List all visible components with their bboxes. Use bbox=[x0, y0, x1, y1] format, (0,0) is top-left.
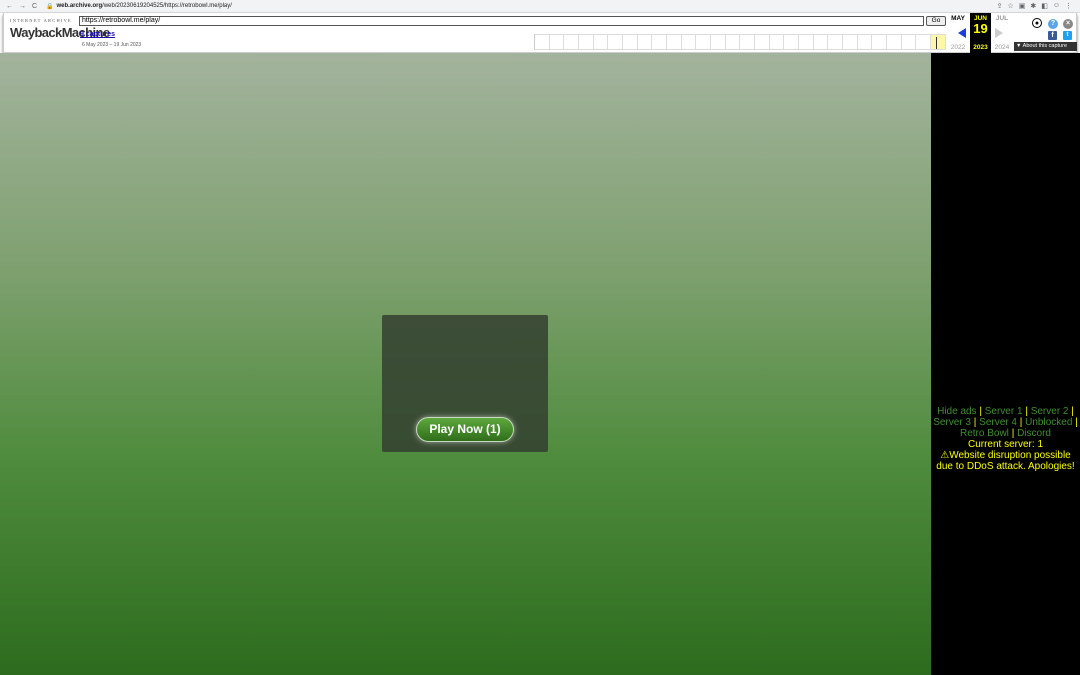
sidebar-icon[interactable]: ◧ bbox=[1041, 2, 1048, 10]
sparkline-cell[interactable] bbox=[740, 34, 756, 50]
sparkline-cell[interactable] bbox=[711, 34, 726, 50]
sparkline-cell[interactable] bbox=[608, 34, 624, 50]
extension-icon[interactable]: ▣ bbox=[1019, 2, 1026, 10]
sparkline-cell[interactable] bbox=[872, 34, 888, 50]
about-capture-button[interactable]: ▼ About this capture bbox=[1014, 42, 1077, 51]
retro-bowl-link[interactable]: Retro Bowl bbox=[960, 428, 1009, 439]
separator: | bbox=[1075, 417, 1078, 428]
separator: | bbox=[1025, 406, 1028, 417]
sparkline-cell[interactable] bbox=[784, 34, 800, 50]
facebook-icon[interactable]: f bbox=[1048, 31, 1057, 40]
discord-link[interactable]: Discord bbox=[1017, 428, 1051, 439]
cur-year-label: 2023 bbox=[973, 44, 988, 51]
sparkline-cell[interactable] bbox=[652, 34, 668, 50]
sparkline-cell[interactable] bbox=[799, 34, 814, 50]
sparkline-cell[interactable] bbox=[828, 34, 844, 50]
capture-date-range: 6 May 2023 – 19 Jun 2023 bbox=[82, 42, 142, 48]
sparkline-cell[interactable] bbox=[549, 34, 565, 50]
sparkline-cell[interactable] bbox=[579, 34, 594, 50]
hide-ads-link[interactable]: Hide ads bbox=[937, 406, 976, 417]
share-icon[interactable]: ⇪ bbox=[997, 2, 1003, 10]
server-1-link[interactable]: Server 1 bbox=[985, 406, 1023, 417]
captures-link[interactable]: 9 captures bbox=[80, 31, 115, 38]
sparkline-cell[interactable] bbox=[901, 34, 917, 50]
sparkline-cell[interactable] bbox=[843, 34, 858, 50]
sparkline-cell[interactable] bbox=[623, 34, 638, 50]
wayback-url-input[interactable]: https://retrobowl.me/play/ bbox=[79, 16, 924, 26]
sparkline-cell[interactable] bbox=[887, 34, 902, 50]
sparkline-cell[interactable] bbox=[857, 34, 873, 50]
star-icon[interactable]: ☆ bbox=[1007, 2, 1013, 10]
next-month-label: JUL bbox=[995, 15, 1009, 22]
sparkline-cell[interactable] bbox=[667, 34, 682, 50]
game-area: Play Now (1) bbox=[0, 53, 931, 675]
separator: | bbox=[1071, 406, 1074, 417]
current-server-label: Current server: 1 bbox=[967, 439, 1044, 450]
lock-icon: 🔒 bbox=[46, 3, 54, 10]
sparkline-cell[interactable] bbox=[769, 34, 785, 50]
sparkline-cell[interactable] bbox=[696, 34, 712, 50]
unblocked-link[interactable]: Unblocked bbox=[1025, 417, 1072, 428]
back-icon[interactable]: ← bbox=[6, 3, 13, 10]
cur-day-label: 19 bbox=[973, 21, 988, 36]
server-4-link[interactable]: Server 4 bbox=[979, 417, 1017, 428]
url-host: web.archive.org bbox=[56, 3, 103, 9]
server-2-link[interactable]: Server 2 bbox=[1031, 406, 1069, 417]
close-icon[interactable]: × bbox=[1063, 19, 1073, 29]
separator: | bbox=[1019, 417, 1023, 428]
sparkline-cell[interactable] bbox=[593, 34, 609, 50]
prev-capture-arrow-icon[interactable] bbox=[958, 28, 966, 38]
sparkline-cell[interactable] bbox=[564, 34, 580, 50]
forward-icon[interactable]: → bbox=[19, 3, 26, 10]
sparkline-cell[interactable] bbox=[755, 34, 770, 50]
wayback-toolbar: INTERNET ARCHIVE WaybackMachine https://… bbox=[3, 13, 1077, 53]
game-launch-panel: Play Now (1) bbox=[382, 315, 548, 452]
sparkline-cell[interactable] bbox=[813, 34, 829, 50]
ddos-warning: ⚠Website disruption possible due to DDoS… bbox=[936, 450, 1075, 472]
go-button[interactable]: Go bbox=[926, 16, 946, 26]
browser-nav: ← → C bbox=[0, 3, 46, 10]
menu-icon[interactable]: ⋮ bbox=[1065, 2, 1072, 10]
server-3-link[interactable]: Server 3 bbox=[933, 417, 971, 428]
browser-bar: ← → C 🔒 web.archive.org/web/202306192045… bbox=[0, 0, 1080, 13]
puzzle-icon[interactable]: ✱ bbox=[1030, 2, 1036, 10]
server-links: Hide ads | Server 1 | Server 2 | Server … bbox=[931, 406, 1080, 472]
logo-wayback-word: Wayback bbox=[10, 25, 62, 40]
address-bar[interactable]: web.archive.org/web/20230619204525/https… bbox=[56, 3, 231, 9]
logo-wayback-machine: WaybackMachine bbox=[10, 25, 110, 40]
next-year-label: 2024 bbox=[994, 44, 1010, 51]
prev-year-label: 2022 bbox=[950, 44, 966, 51]
right-sidebar: Hide ads | Server 1 | Server 2 | Server … bbox=[931, 53, 1080, 675]
sparkline-cell[interactable] bbox=[535, 34, 550, 50]
calendar-next-month[interactable]: JUL 2024 bbox=[991, 13, 1013, 53]
calendar-current: JUN 19 2023 bbox=[970, 13, 991, 53]
help-icon[interactable]: ? bbox=[1048, 19, 1058, 29]
separator: | bbox=[1011, 428, 1015, 439]
wayback-icons: ● ? × f t bbox=[1030, 17, 1076, 40]
twitter-icon[interactable]: t bbox=[1063, 31, 1072, 40]
sparkline-cell[interactable] bbox=[931, 34, 946, 50]
capture-sparkline[interactable] bbox=[534, 34, 946, 50]
url-path: /web/20230619204525/https://retrobowl.me… bbox=[102, 3, 232, 9]
play-now-button[interactable]: Play Now (1) bbox=[416, 417, 514, 442]
sparkline-cell[interactable] bbox=[725, 34, 741, 50]
separator: | bbox=[979, 406, 982, 417]
sparkline-cell[interactable] bbox=[637, 34, 653, 50]
browser-actions: ⇪ ☆ ▣ ✱ ◧ ☺ ⋮ bbox=[997, 2, 1080, 10]
prev-month-label: MAY bbox=[951, 15, 965, 22]
reload-icon[interactable]: C bbox=[32, 3, 37, 10]
user-icon[interactable]: ● bbox=[1032, 18, 1042, 28]
separator: | bbox=[973, 417, 977, 428]
sparkline-cell[interactable] bbox=[681, 34, 697, 50]
profile-icon[interactable]: ☺ bbox=[1053, 2, 1060, 10]
logo-internet-archive: INTERNET ARCHIVE bbox=[10, 18, 72, 23]
sparkline-cell[interactable] bbox=[916, 34, 932, 50]
wayback-logo[interactable]: INTERNET ARCHIVE WaybackMachine bbox=[10, 18, 110, 48]
